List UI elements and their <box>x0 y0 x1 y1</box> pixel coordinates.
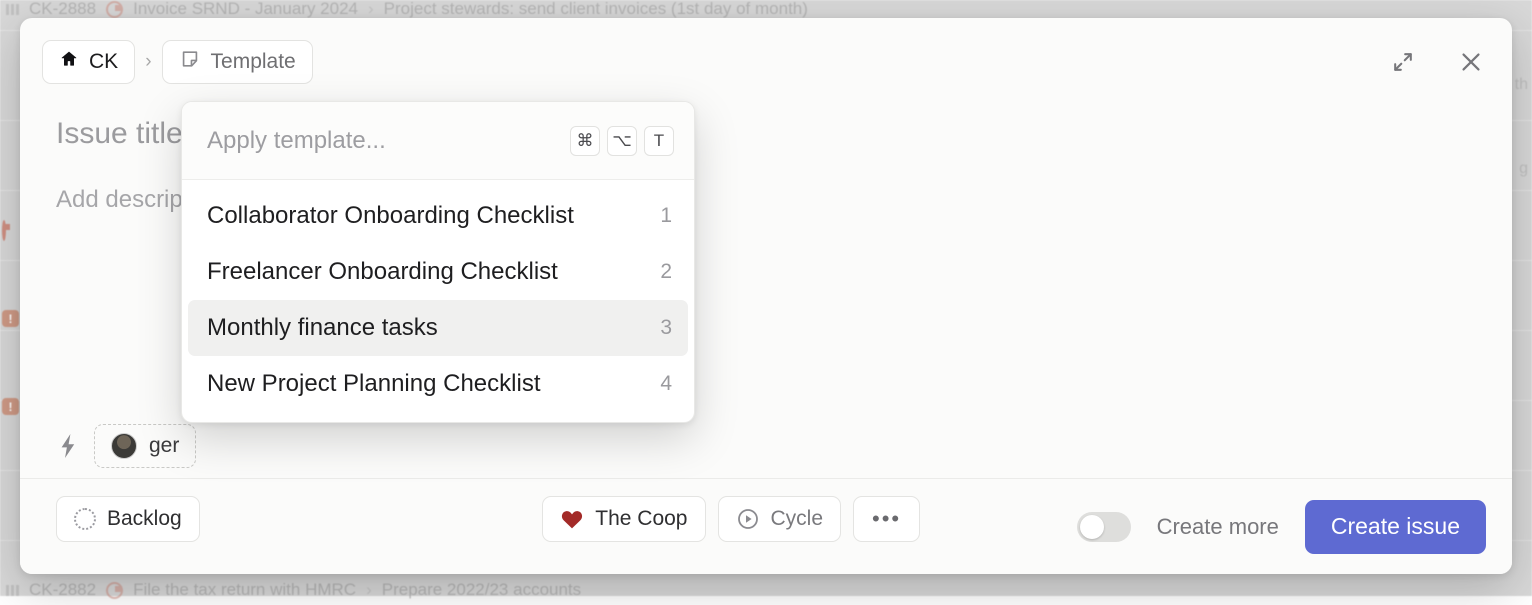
close-icon[interactable] <box>1454 45 1488 79</box>
background-issue-row[interactable]: CK-2882 File the tax return with HMRC › … <box>0 575 1532 605</box>
breadcrumb-template-button[interactable]: Template <box>162 40 313 84</box>
assignee-chip[interactable]: ger <box>94 424 196 468</box>
breadcrumb: CK › Template <box>42 40 313 84</box>
lightning-bolt-icon[interactable] <box>56 432 80 460</box>
template-list-item[interactable]: Collaborator Onboarding Checklist 1 <box>188 188 688 244</box>
background-priority-badge: ! <box>2 310 19 327</box>
property-cycle-button[interactable]: Cycle <box>718 496 842 542</box>
background-issue-id: CK-2882 <box>29 580 96 600</box>
home-icon <box>59 49 79 75</box>
template-list-item[interactable]: New Project Planning Checklist 4 <box>188 356 688 412</box>
issue-status-icon <box>106 1 123 18</box>
template-label: Collaborator Onboarding Checklist <box>207 202 660 230</box>
modal-header-actions <box>1386 45 1488 79</box>
property-cycle-label: Cycle <box>771 507 824 531</box>
create-more-toggle[interactable] <box>1077 512 1131 542</box>
breadcrumb-separator: › <box>366 580 372 600</box>
template-label: New Project Planning Checklist <box>207 370 660 398</box>
background-issue-id: CK-2888 <box>29 0 96 19</box>
breadcrumb-workspace-label: CK <box>89 50 118 74</box>
avatar <box>111 433 137 459</box>
dotted-circle-icon <box>74 508 96 530</box>
template-icon <box>179 48 201 76</box>
background-issue-parent: Prepare 2022/23 accounts <box>382 580 581 600</box>
template-search-input[interactable]: Apply template... <box>207 127 570 155</box>
breadcrumb-separator: › <box>368 0 374 19</box>
breadcrumb-workspace-button[interactable]: CK <box>42 40 135 84</box>
property-project-button[interactable]: The Coop <box>542 496 705 542</box>
template-list: Collaborator Onboarding Checklist 1 Free… <box>182 180 694 422</box>
breadcrumb-separator: › <box>143 51 153 73</box>
property-toolbar: Backlog The Coop <box>56 496 1486 542</box>
template-search-row[interactable]: Apply template... ⌘ ⌥ T <box>182 102 694 180</box>
template-index: 3 <box>660 316 672 340</box>
property-more-button[interactable]: ••• <box>853 496 920 542</box>
template-label: Monthly finance tasks <box>207 314 660 342</box>
drag-handle-icon <box>6 4 19 15</box>
kbd-t-key: T <box>644 126 674 156</box>
property-status-label: Backlog <box>107 507 182 531</box>
assignee-label: ger <box>149 434 179 458</box>
drag-handle-icon <box>6 585 19 596</box>
template-index: 4 <box>660 372 672 396</box>
background-status-icon <box>2 222 6 240</box>
template-label: Freelancer Onboarding Checklist <box>207 258 660 286</box>
template-list-item[interactable]: Freelancer Onboarding Checklist 2 <box>188 244 688 300</box>
background-issue-title: Invoice SRND - January 2024 <box>133 0 358 19</box>
ellipsis-icon: ••• <box>872 506 901 532</box>
template-dropdown: Apply template... ⌘ ⌥ T Collaborator Onb… <box>181 101 695 423</box>
property-status-button[interactable]: Backlog <box>56 496 200 542</box>
background-right-fragment: g <box>1519 160 1528 178</box>
template-list-item[interactable]: Monthly finance tasks 3 <box>188 300 688 356</box>
background-issue-title: File the tax return with HMRC <box>133 580 356 600</box>
modal-header: CK › Template <box>20 18 1512 106</box>
background-issue-parent: Project stewards: send client invoices (… <box>384 0 808 19</box>
breadcrumb-template-label: Template <box>211 50 296 74</box>
heart-icon <box>560 508 584 530</box>
template-index: 2 <box>660 260 672 284</box>
background-right-fragment: th <box>1515 76 1528 94</box>
template-index: 1 <box>660 204 672 228</box>
kbd-option-icon: ⌥ <box>607 126 637 156</box>
background-priority-badge: ! <box>2 398 19 415</box>
play-circle-icon <box>736 507 760 531</box>
assignee-row: ger <box>56 424 196 468</box>
shortcut-keys: ⌘ ⌥ T <box>570 126 674 156</box>
expand-icon[interactable] <box>1386 45 1420 79</box>
property-project-label: The Coop <box>595 507 687 531</box>
kbd-command-icon: ⌘ <box>570 126 600 156</box>
